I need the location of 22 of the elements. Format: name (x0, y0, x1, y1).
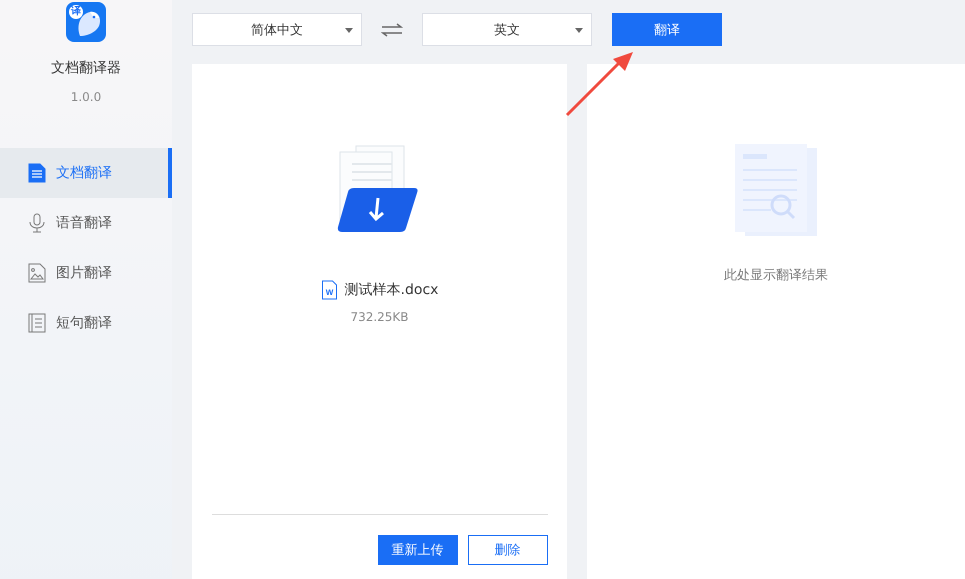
nav-item[interactable]: 语音翻译 (0, 198, 172, 248)
nav-item[interactable]: 图片翻译 (0, 248, 172, 298)
document-icon (28, 163, 46, 183)
microphone-icon (28, 213, 46, 233)
image-icon (28, 263, 46, 283)
result-empty-hint: 此处显示翻译结果 (724, 267, 828, 284)
delete-button[interactable]: 删除 (468, 535, 548, 565)
swap-icon[interactable] (381, 22, 403, 36)
word-file-icon: W (320, 280, 338, 300)
logo-badge: 译 (69, 5, 83, 19)
source-language-dropdown[interactable]: 简体中文 (192, 13, 362, 46)
reupload-button[interactable]: 重新上传 (378, 535, 458, 565)
app-version: 1.0.0 (70, 90, 102, 104)
translate-button[interactable]: 翻译 (612, 13, 722, 46)
text-lines-icon (28, 313, 46, 333)
file-name: 测试样本.docx (344, 281, 438, 299)
file-size: 732.25KB (350, 310, 409, 324)
target-language-dropdown[interactable]: 英文 (422, 13, 592, 46)
nav-item[interactable]: 短句翻译 (0, 298, 172, 348)
app-name: 文档翻译器 (51, 59, 121, 77)
annotation-arrow (565, 51, 635, 117)
nav-item[interactable]: 文档翻译 (0, 148, 172, 198)
